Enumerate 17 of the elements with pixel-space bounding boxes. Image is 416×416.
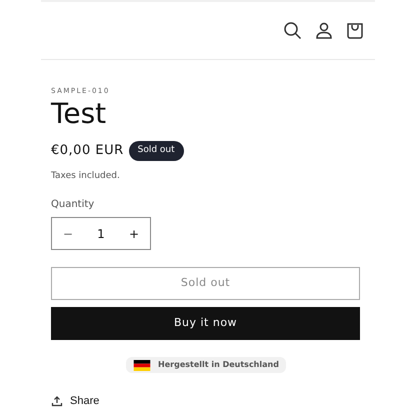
flag-icon (133, 360, 152, 370)
quantity-stepper[interactable]: − 1 + (51, 217, 151, 250)
share-icon (51, 395, 63, 408)
origin-label: Hergestellt in Deutschland (158, 359, 279, 371)
share-button[interactable]: Share (51, 393, 100, 410)
decrease-button[interactable]: − (60, 224, 76, 242)
sold-out-badge: Sold out (128, 141, 184, 160)
buy-now-button[interactable]: Buy it now (51, 307, 360, 340)
account-icon[interactable] (314, 20, 334, 40)
increase-button[interactable]: + (126, 224, 142, 242)
tax-note: Taxes included. (51, 170, 121, 182)
product-price: €0,00 EUR (51, 142, 124, 160)
quantity-label: Quantity (51, 198, 96, 212)
quantity-value: 1 (97, 226, 105, 242)
search-icon[interactable] (283, 20, 303, 40)
bag-icon[interactable] (345, 20, 365, 40)
product-title: Test (51, 97, 108, 131)
